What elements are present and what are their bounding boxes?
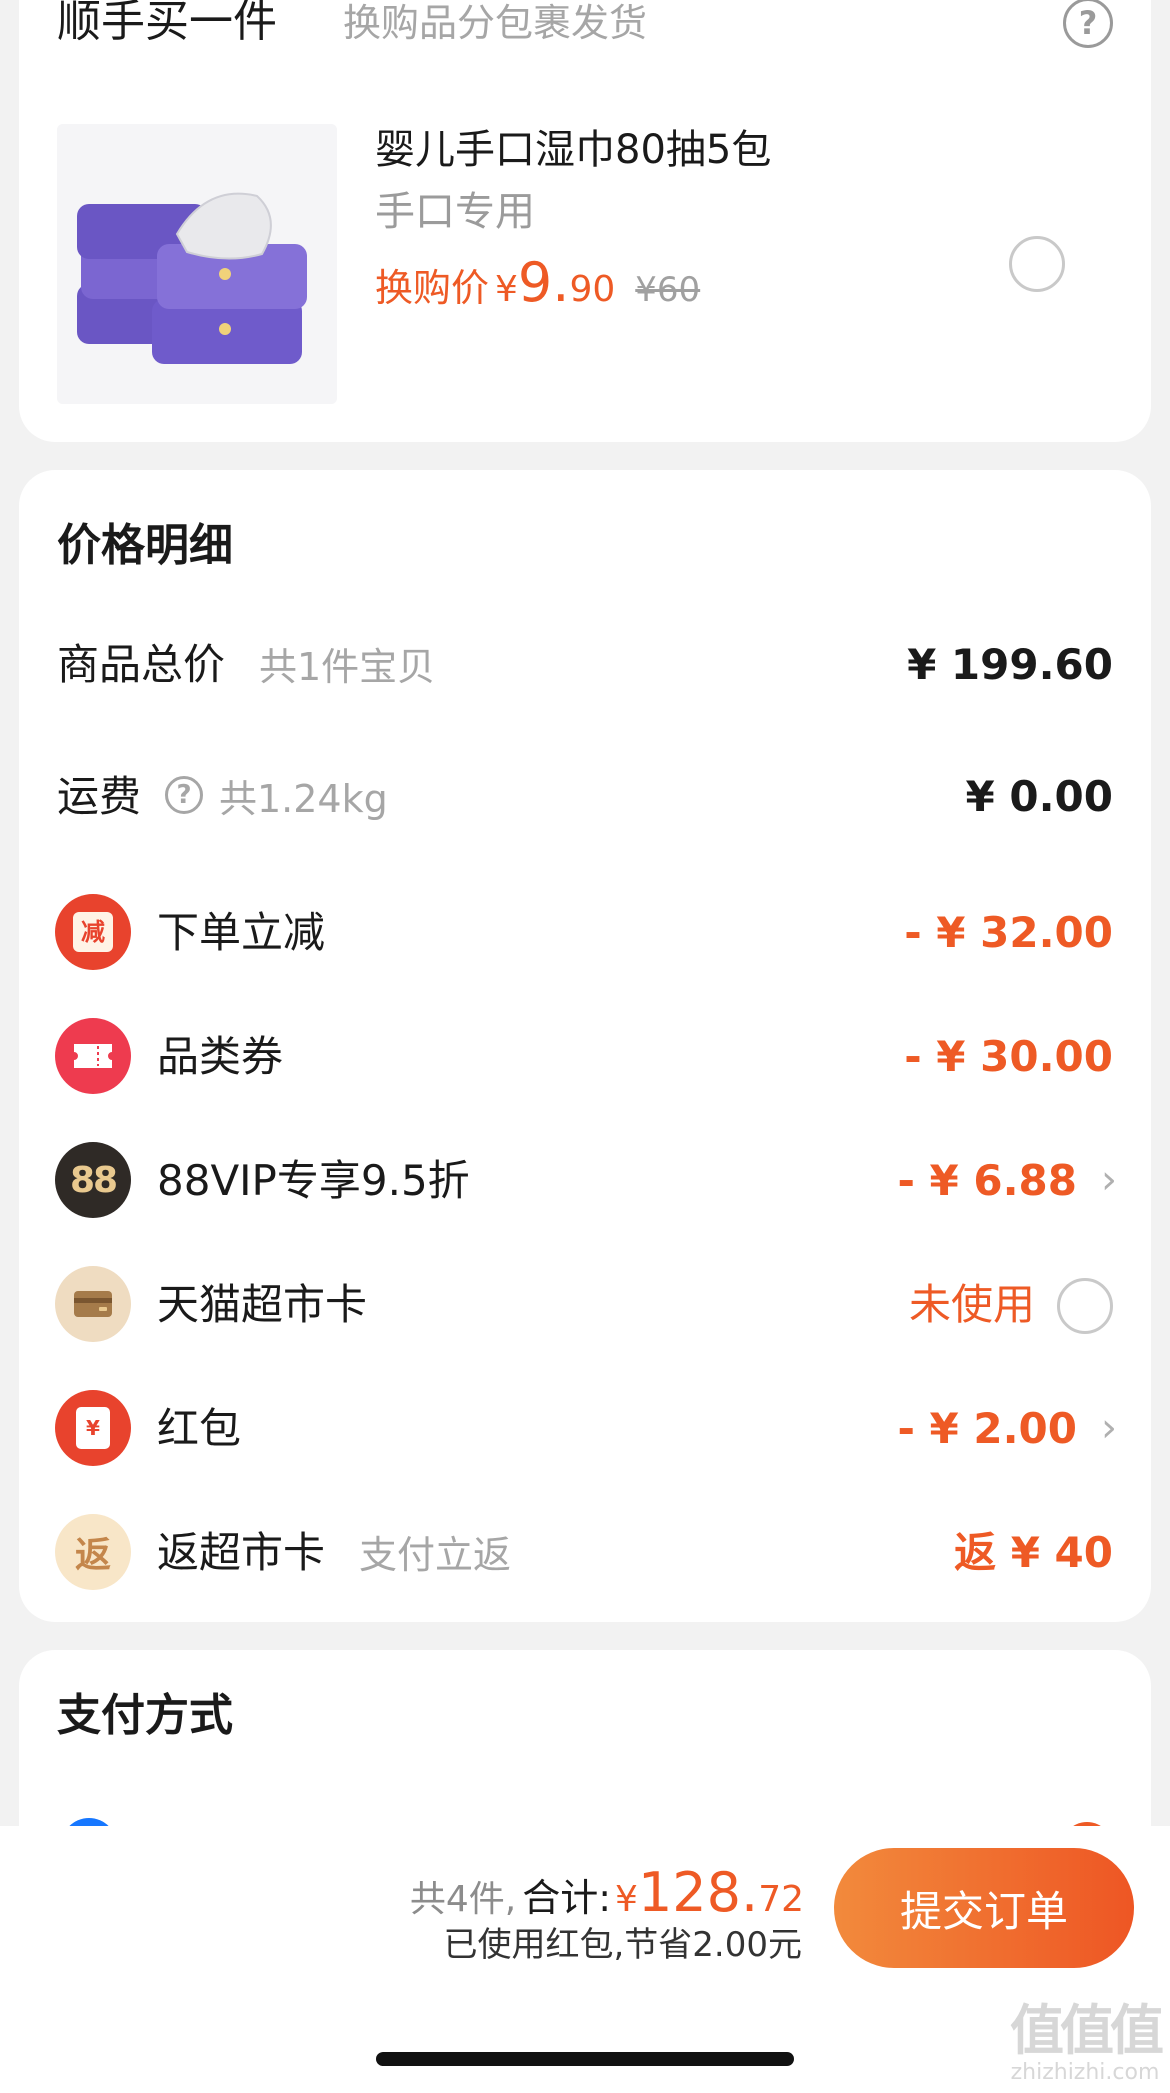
chevron-right-icon[interactable]: ›	[1101, 1160, 1117, 1200]
price-integer: 9.	[517, 251, 570, 314]
supermarket-card-status: 未使用	[908, 1280, 1035, 1329]
upsell-card: 顺手买一件 换购品分包裹发货 ? 婴儿手口湿巾80抽5包 手口专用 换购价 ¥9.…	[19, 0, 1151, 442]
category-coupon-value: - ¥ 30.00	[904, 1032, 1113, 1081]
price-detail-card: 价格明细 商品总价 共1件宝贝 ¥ 199.60 运费 ? 共1.24kg ¥ …	[19, 470, 1151, 1622]
product-image[interactable]	[57, 124, 337, 404]
discount-badge-icon: 减	[55, 894, 131, 970]
price-currency: ¥	[495, 269, 518, 310]
return-card-value: 返 ¥ 40	[954, 1528, 1113, 1577]
goods-total-label: 商品总价	[57, 640, 226, 689]
price-label: 换购价	[375, 266, 490, 310]
goods-total-value: ¥ 199.60	[907, 640, 1113, 689]
shipping-help-icon[interactable]: ?	[165, 776, 203, 814]
watermark-logo: 值值值	[1010, 1999, 1164, 2062]
watermark: 值值值 zhizhizhi.com	[1010, 1999, 1164, 2085]
order-summary: 共4件, 合计: ¥128.72	[410, 1866, 804, 1920]
shipping-value: ¥ 0.00	[965, 772, 1113, 821]
total-currency: ¥	[615, 1879, 638, 1920]
supermarket-card-label: 天猫超市卡	[157, 1280, 368, 1329]
total-decimal: 72	[758, 1879, 804, 1920]
bottom-bar: 共4件, 合计: ¥128.72 已使用红包,节省2.00元 提交订单 值值值 zh…	[0, 1826, 1170, 2093]
price-decimal: 90	[569, 269, 616, 310]
total-integer: 128.	[637, 1861, 759, 1924]
supermarket-card-radio[interactable]	[1057, 1278, 1113, 1334]
submit-order-button[interactable]: 提交订单	[834, 1848, 1134, 1968]
watermark-url: zhizhizhi.com	[1010, 2060, 1160, 2085]
product-tag: 手口专用	[375, 189, 535, 235]
88vip-badge-icon: 88	[55, 1142, 131, 1218]
order-discount-label: 下单立减	[157, 908, 326, 957]
return-card-note: 支付立返	[359, 1533, 512, 1577]
return-badge-icon: 返	[55, 1514, 131, 1590]
vip-discount-value[interactable]: - ¥ 6.88	[897, 1160, 1077, 1202]
red-packet-label: 红包	[157, 1404, 242, 1453]
payment-title: 支付方式	[57, 1690, 233, 1741]
item-count: 共4件,	[409, 1879, 517, 1920]
order-discount-value: - ¥ 32.00	[904, 908, 1113, 957]
shipping-label: 运费	[57, 772, 142, 821]
product-select-radio[interactable]	[1009, 236, 1065, 292]
goods-total-note: 共1件宝贝	[259, 645, 436, 689]
price-detail-title: 价格明细	[57, 520, 233, 571]
product-price: 换购价 ¥9.90 ¥60	[375, 256, 700, 310]
original-price: ¥60	[635, 270, 701, 310]
upsell-title: 顺手买一件	[57, 0, 277, 47]
savings-note: 已使用红包,节省2.00元	[443, 1925, 802, 1965]
coupon-ticket-icon	[55, 1018, 131, 1094]
red-packet-value[interactable]: - ¥ 2.00	[897, 1408, 1077, 1450]
home-indicator[interactable]	[376, 2052, 794, 2066]
return-card-label: 返超市卡	[157, 1528, 326, 1577]
category-coupon-label: 品类券	[157, 1032, 284, 1081]
total-label: 合计:	[522, 1876, 612, 1920]
upsell-subtitle: 换购品分包裹发货	[343, 1, 648, 45]
product-name[interactable]: 婴儿手口湿巾80抽5包	[375, 130, 771, 170]
supermarket-card-icon	[55, 1266, 131, 1342]
vip-discount-label: 88VIP专享9.5折	[157, 1156, 470, 1205]
question-circle-icon[interactable]: ?	[1063, 0, 1113, 48]
shipping-note: 共1.24kg	[219, 777, 388, 821]
red-packet-icon: ¥	[55, 1390, 131, 1466]
chevron-right-icon[interactable]: ›	[1101, 1408, 1117, 1448]
